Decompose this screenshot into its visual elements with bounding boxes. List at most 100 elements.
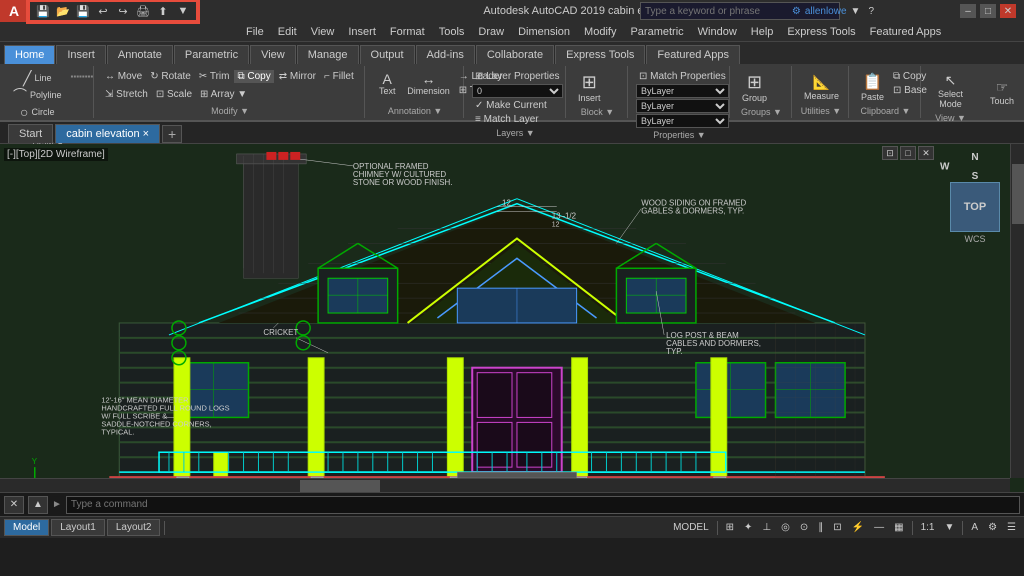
doc-tab-cabin[interactable]: cabin elevation ×: [55, 124, 160, 143]
tool-match-properties[interactable]: ⊡ Match Properties: [636, 70, 729, 83]
tool-copy[interactable]: ⧉ Copy: [234, 70, 273, 83]
menu-express[interactable]: Express Tools: [781, 24, 861, 40]
status-isolate-btn[interactable]: ☰: [1003, 521, 1020, 534]
tab-parametric[interactable]: Parametric: [174, 45, 249, 64]
tab-manage[interactable]: Manage: [297, 45, 359, 64]
qa-up-button[interactable]: ⬆: [154, 2, 172, 20]
menu-draw[interactable]: Draw: [472, 24, 510, 40]
status-osnap-btn[interactable]: ⊙: [796, 521, 812, 534]
minimize-button[interactable]: –: [960, 4, 976, 18]
add-doc-tab-button[interactable]: +: [162, 125, 182, 143]
menu-parametric[interactable]: Parametric: [624, 24, 689, 40]
status-lw-btn[interactable]: —: [870, 521, 888, 534]
status-snap-btn[interactable]: ✦: [740, 521, 756, 534]
viewcube-box[interactable]: TOP: [950, 182, 1000, 232]
command-expand-button[interactable]: ▲: [28, 496, 48, 514]
qa-redo-button[interactable]: ↪: [114, 2, 132, 20]
horizontal-scrollbar-thumb[interactable]: [300, 480, 380, 492]
tool-layer-properties[interactable]: ⊞ Layer Properties: [472, 70, 563, 83]
tool-measure[interactable]: 📐 Measure: [800, 72, 843, 103]
doc-tab-start[interactable]: Start: [8, 124, 53, 143]
close-button[interactable]: ✕: [1000, 4, 1016, 18]
status-tp-btn[interactable]: ▦: [890, 521, 907, 534]
ribbon-group-block: ⊞ Insert Block ▼: [568, 66, 628, 118]
status-polar-btn[interactable]: ◎: [777, 521, 794, 534]
tool-match-layer[interactable]: ≡ Match Layer: [472, 113, 563, 126]
menu-dimension[interactable]: Dimension: [512, 24, 576, 40]
linetype-select[interactable]: ByLayer: [636, 84, 729, 98]
menu-file[interactable]: File: [240, 24, 270, 40]
drawing-canvas[interactable]: 12 13–1/2 12: [0, 144, 1024, 492]
tool-fillet[interactable]: ⌐ Fillet: [321, 70, 357, 83]
command-close-button[interactable]: ✕: [4, 496, 24, 514]
tab-output[interactable]: Output: [360, 45, 415, 64]
tool-rotate[interactable]: ↻ Rotate: [147, 70, 194, 83]
tool-circle[interactable]: ○ Circle: [10, 104, 65, 120]
menu-edit[interactable]: Edit: [272, 24, 303, 40]
command-input[interactable]: [66, 496, 1020, 514]
color-select[interactable]: ByLayer: [636, 114, 729, 128]
tool-group[interactable]: ⊞ Group: [738, 70, 771, 105]
layout-layout1[interactable]: Layout1: [51, 519, 105, 536]
menu-format[interactable]: Format: [384, 24, 431, 40]
tool-insert[interactable]: ⊞ Insert: [574, 70, 605, 105]
status-ortho-btn[interactable]: ⊥: [758, 521, 775, 534]
status-workspace-btn[interactable]: ⚙: [984, 521, 1001, 534]
app-menu-button[interactable]: A: [0, 0, 28, 22]
viewport-close-button[interactable]: ✕: [918, 146, 934, 160]
viewport-maximize-button[interactable]: □: [900, 146, 916, 160]
tab-home[interactable]: Home: [4, 45, 55, 64]
qa-new-button[interactable]: 💾: [34, 2, 52, 20]
tab-collaborate[interactable]: Collaborate: [476, 45, 554, 64]
layout-model[interactable]: Model: [4, 519, 49, 536]
tab-addins[interactable]: Add-ins: [416, 45, 475, 64]
vertical-scrollbar[interactable]: [1010, 144, 1024, 478]
viewcube[interactable]: N W S TOP WCS: [940, 152, 1010, 252]
status-otrack-btn[interactable]: ∥: [814, 521, 827, 534]
tool-dimension[interactable]: ↔ Dimension: [403, 70, 454, 98]
menu-modify[interactable]: Modify: [578, 24, 622, 40]
qa-down-button[interactable]: ▼: [174, 2, 192, 20]
status-annotation-btn[interactable]: A: [967, 521, 982, 534]
lineweight-select[interactable]: ByLayer: [636, 99, 729, 113]
tool-mirror[interactable]: ⇄ Mirror: [276, 70, 319, 83]
tab-featured[interactable]: Featured Apps: [646, 45, 740, 64]
layer-select[interactable]: 0: [472, 84, 563, 98]
tool-stretch[interactable]: ⇲ Stretch: [102, 88, 151, 101]
tool-scale[interactable]: ⊡ Scale: [153, 88, 195, 101]
qa-undo-button[interactable]: ↩: [94, 2, 112, 20]
tool-paste[interactable]: 📋 Paste: [857, 70, 888, 104]
horizontal-scrollbar[interactable]: [0, 478, 1010, 492]
status-dyn-btn[interactable]: ⚡: [848, 521, 868, 534]
tab-insert[interactable]: Insert: [56, 45, 106, 64]
tool-select-mode[interactable]: ↖ Select Mode: [929, 70, 972, 111]
status-model-btn[interactable]: MODEL: [669, 521, 713, 534]
maximize-button[interactable]: □: [980, 4, 996, 18]
menu-insert[interactable]: Insert: [342, 24, 382, 40]
tool-touch[interactable]: ☞ Touch: [986, 77, 1018, 108]
menu-help[interactable]: Help: [745, 24, 780, 40]
tab-annotate[interactable]: Annotate: [107, 45, 173, 64]
tool-move[interactable]: ↔ Move: [102, 70, 145, 83]
tool-trim[interactable]: ✂ Trim: [196, 70, 233, 83]
tool-make-current[interactable]: ✓ Make Current: [472, 99, 563, 112]
tab-express[interactable]: Express Tools: [555, 45, 645, 64]
tool-array[interactable]: ⊞ Array ▼: [197, 88, 250, 101]
tab-view[interactable]: View: [250, 45, 296, 64]
menu-tools[interactable]: Tools: [433, 24, 471, 40]
qa-open-button[interactable]: 📂: [54, 2, 72, 20]
tool-line[interactable]: ╱ Line: [10, 70, 65, 86]
qa-save-button[interactable]: 💾: [74, 2, 92, 20]
status-ducs-btn[interactable]: ⊡: [829, 521, 845, 534]
menu-featured[interactable]: Featured Apps: [864, 24, 948, 40]
menu-window[interactable]: Window: [692, 24, 743, 40]
layout-layout2[interactable]: Layout2: [107, 519, 161, 536]
status-grid-btn[interactable]: ⊞: [722, 521, 738, 534]
status-scale-btn[interactable]: ▼: [940, 521, 958, 534]
menu-view[interactable]: View: [305, 24, 341, 40]
tool-polyline[interactable]: ⌒ Polyline: [10, 87, 65, 103]
vertical-scrollbar-thumb[interactable]: [1012, 164, 1024, 224]
tool-text[interactable]: A Text: [373, 70, 401, 98]
qa-print-button[interactable]: 🖨: [134, 2, 152, 20]
viewport-restore-button[interactable]: ⊡: [882, 146, 898, 160]
